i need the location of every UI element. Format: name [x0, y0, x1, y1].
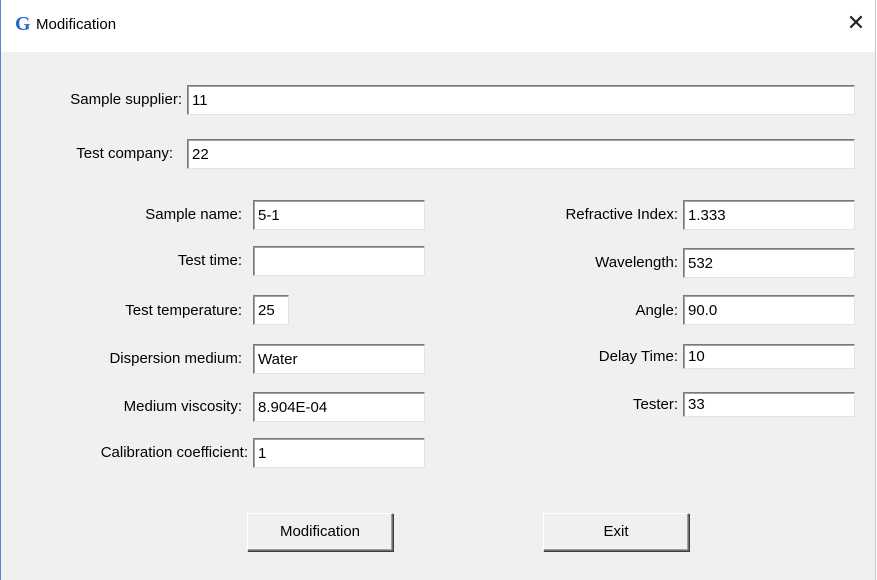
wavelength-field[interactable]: 532 [683, 248, 855, 278]
wavelength-label: Wavelength: [595, 254, 678, 271]
test-company-field[interactable]: 22 [187, 139, 855, 169]
dispersion-medium-label: Dispersion medium: [109, 350, 242, 367]
test-time-label: Test time: [177, 252, 242, 269]
app-logo-icon: G [15, 13, 31, 35]
window-title: Modification [36, 16, 117, 33]
angle-field[interactable]: 90.0 [683, 295, 855, 325]
tester-field[interactable]: 33 [683, 392, 855, 417]
angle-label: Angle: [635, 302, 678, 319]
modification-dialog: G Modification ✕ Sample supplier: 11 Tes… [0, 0, 876, 580]
sample-name-label: Sample name: [145, 206, 242, 223]
delay-time-field[interactable]: 10 [683, 344, 855, 369]
close-button[interactable]: ✕ [843, 10, 869, 36]
refractive-index-label: Refractive Index: [565, 206, 678, 223]
exit-button[interactable]: Exit [543, 513, 689, 551]
tester-label: Tester: [632, 396, 678, 413]
calibration-coefficient-field[interactable]: 1 [253, 438, 425, 468]
modification-button[interactable]: Modification [247, 513, 393, 551]
test-company-label: Test company: [76, 145, 173, 162]
test-temperature-field[interactable]: 25 [253, 295, 289, 325]
title-bar: G Modification ✕ [1, 0, 875, 52]
sample-supplier-label: Sample supplier: [70, 91, 182, 108]
sample-supplier-field[interactable]: 11 [187, 85, 855, 115]
calibration-coefficient-label: Calibration coefficient: [100, 444, 248, 461]
medium-viscosity-label: Medium viscosity: [123, 398, 242, 415]
delay-time-label: Delay Time: [598, 348, 678, 365]
refractive-index-field[interactable]: 1.333 [683, 200, 855, 230]
test-time-field[interactable] [253, 246, 425, 276]
medium-viscosity-field[interactable]: 8.904E-04 [253, 392, 425, 422]
dispersion-medium-field[interactable]: Water [253, 344, 425, 374]
sample-name-field[interactable]: 5-1 [253, 200, 425, 230]
test-temperature-label: Test temperature: [125, 302, 242, 319]
